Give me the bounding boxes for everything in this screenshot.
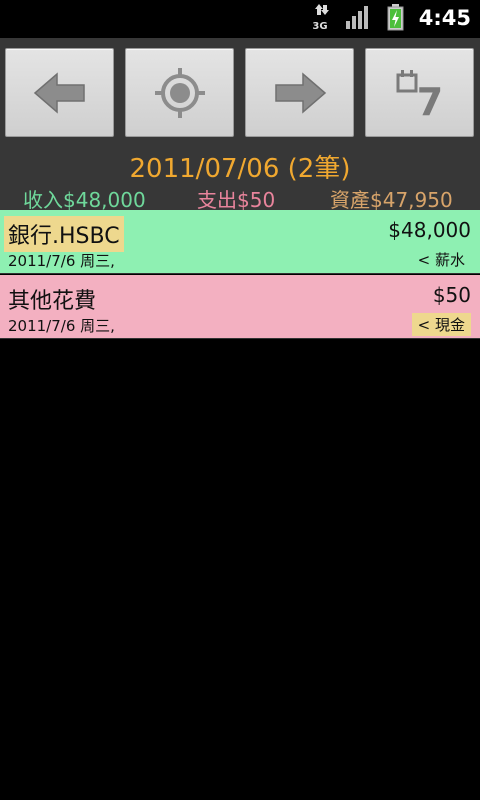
week-view-label: 7 <box>416 80 442 121</box>
previous-day-button[interactable] <box>5 48 114 137</box>
toolbar: 7 <box>0 38 480 146</box>
next-day-button[interactable] <box>245 48 354 137</box>
battery-charging-icon <box>387 4 404 31</box>
day-summary: 2011/07/06 (2筆) 收入$48,000 支出$50 資產$47,95… <box>0 146 480 212</box>
right-arrow-icon <box>274 71 326 114</box>
record-account: 其他花費 <box>8 289 97 314</box>
record-amount: $50 <box>432 283 471 307</box>
record-row-income[interactable]: 銀行.HSBC $48,000 2011/7/6 周三, < 薪水 <box>0 210 480 274</box>
empty-list-area <box>0 339 480 800</box>
record-account: 銀行.HSBC <box>4 216 124 252</box>
date-title[interactable]: 2011/07/06 (2筆) <box>0 148 480 185</box>
income-total: 收入$48,000 <box>23 188 146 212</box>
record-date: 2011/7/6 周三, <box>8 252 115 270</box>
week-view-button[interactable]: 7 <box>365 48 474 137</box>
record-category: < 薪水 <box>417 251 465 269</box>
assets-total: 資產$47,950 <box>330 188 453 212</box>
left-arrow-icon <box>33 71 85 114</box>
clock: 4:45 <box>418 6 471 30</box>
record-category: < 現金 <box>411 313 471 336</box>
target-icon <box>154 67 205 118</box>
calendar-7-icon: 7 <box>396 69 443 121</box>
today-button[interactable] <box>125 48 234 137</box>
record-amount: $48,000 <box>388 218 471 242</box>
signal-strength-icon <box>346 6 368 29</box>
record-date: 2011/7/6 周三, <box>8 317 115 335</box>
data-transfer-icon: 3G <box>312 4 329 32</box>
expense-total: 支出$50 <box>197 188 276 212</box>
network-type-label: 3G <box>312 21 327 32</box>
status-bar: 3G 4:45 <box>0 0 480 38</box>
record-row-expense[interactable]: 其他花費 $50 2011/7/6 周三, < 現金 <box>0 275 480 339</box>
